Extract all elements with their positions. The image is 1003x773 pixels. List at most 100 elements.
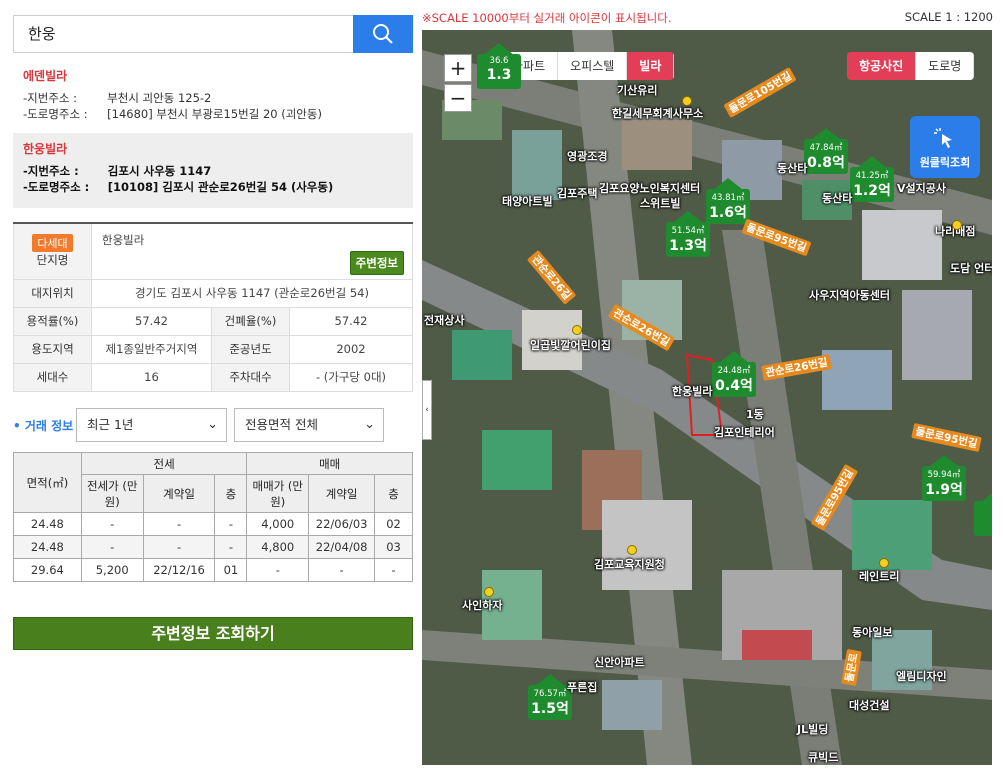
bcr-label: 건폐율(%) [211,306,290,336]
price-marker[interactable]: 41.25㎡ 1.2억 [850,156,894,202]
table-cell: 24.48 [13,535,82,559]
table-row: 24.48- - -4,800 22/04/08 03 [13,535,413,559]
place-label: 동산타 [822,192,853,205]
col-date: 계약일 [142,474,216,513]
table-cell: 24.48 [13,512,82,536]
result-name: 에덴빌라 [23,69,68,83]
one-click-search-button[interactable]: 원클릭조회 [910,116,980,178]
period-select[interactable]: 최근 1년 ⌄ [76,408,227,442]
table-cell: 02 [374,512,413,536]
poi-pin-icon [682,96,692,106]
price-marker[interactable]: 76.57㎡ 1.5억 [528,674,572,720]
col-floor: 층 [374,474,413,513]
place-label: 김포주택 [557,187,598,200]
aerial-map[interactable]: + − 아파트 오피스텔 빌라 항공사진 도로명 원클릭조회 ‹ 36.6 1.3… [422,30,992,765]
units-value: 16 [91,362,212,392]
location-label: 대지위치 [13,278,92,308]
left-panel: 한웅 에덴빌라 - 지번주소 : 부천시 괴안동 125-2 - 도로명주소 : [… [0,0,420,773]
place-label: 대성건설 [849,699,890,712]
parking-value: - (가구당 0대) [289,362,413,392]
deal-info-text: 거래 정보 [24,419,74,433]
zoom-out-button[interactable]: − [444,84,472,112]
units-label: 세대수 [13,362,92,392]
cursor-click-icon [934,128,952,148]
place-label: 전재상사 [424,314,465,327]
nearby-info-button[interactable]: 주변정보 [349,251,404,275]
tab-road[interactable]: 도로명 [916,52,975,80]
zoom-in-button[interactable]: + [444,54,472,82]
table-cell: 4,800 [246,535,310,559]
place-label: 일곱빛깔어린이집 [530,339,611,352]
marker-price: 0.4억 [715,378,753,394]
result-name: 한웅빌라 [23,142,68,156]
price-marker[interactable]: 2 [974,490,992,536]
table-cell: 01 [214,558,248,582]
nearby-search-button[interactable]: 주변정보 조회하기 [13,617,413,650]
property-type-tabs: 아파트 오피스텔 빌라 [500,52,675,80]
price-marker-selected[interactable]: 24.48㎡ 0.4억 [712,351,756,397]
price-marker[interactable]: 59.94㎡ 1.9억 [922,455,966,501]
bcr-value: 57.42 [289,306,413,336]
search-icon [373,24,393,44]
zone-value: 제1종일반주거지역 [91,334,212,364]
place-label: 레인트리 [859,570,900,583]
place-label: 김포인테리어 [714,426,775,439]
marker-area: 36.6 [489,56,509,66]
poi-pin-icon [484,587,494,597]
year-value: 2002 [289,334,413,364]
place-label: 1동 [746,408,764,421]
table-cell: 22/12/16 [142,558,216,582]
col-price: 매매가 (만원) [246,474,310,513]
building-info-table: 다세대 단지명 한웅빌라 주변정보 대지위치 경기도 김포시 사우동 1147 … [13,222,413,392]
poi-pin-icon [572,325,582,335]
col-jeonse: 전세 [80,452,248,475]
road-address: [10108] 김포시 관순로26번길 54 (사우동) [107,180,334,194]
map-view-tabs: 항공사진 도로명 [847,52,975,80]
collapse-panel-toggle[interactable]: ‹ [422,380,432,440]
tab-aerial[interactable]: 항공사진 [847,52,917,80]
search-box: 한웅 [13,15,413,53]
road-label: 도로명주소 : [27,107,88,121]
period-value: 최근 1년 [87,417,134,432]
place-label: 스위트빌 [640,197,681,210]
scale-readout: SCALE 1 : 1200 [904,10,993,24]
poi-pin-icon [627,545,637,555]
search-button[interactable] [353,15,413,53]
table-cell: - [374,558,413,582]
jibun-label: 지번주소 : [27,91,78,105]
search-result-2[interactable]: 한웅빌라 - 지번주소 : 김포시 사우동 1147 - 도로명주소 : [1010… [13,133,413,208]
parking-label: 주차대수 [211,362,290,392]
place-label: 영광조경 [567,150,608,163]
map-panel: ※SCALE 10000부터 실거래 아이콘이 표시됩니다. SCALE 1 :… [422,0,1003,773]
search-input[interactable]: 한웅 [14,16,354,52]
table-cell: - [308,558,376,582]
tab-villa[interactable]: 빌라 [627,52,675,80]
tab-officetel[interactable]: 오피스텔 [558,52,628,80]
price-marker[interactable]: 47.84㎡ 0.8억 [804,128,848,174]
table-cell: 22/06/03 [308,512,376,536]
table-cell: - [142,512,216,536]
col-floor: 층 [214,474,248,513]
table-cell: - [214,512,248,536]
scale-notice: ※SCALE 10000부터 실거래 아이콘이 표시됩니다. [422,11,672,25]
col-area: 면적(㎡) [13,452,82,513]
place-label: 큐빅드 [808,751,839,764]
search-result-1[interactable]: 에덴빌라 - 지번주소 : 부천시 괴안동 125-2 - 도로명주소 : [146… [13,60,413,130]
area-select[interactable]: 전용면적 전체 ⌄ [234,408,384,442]
one-click-search-label: 원클릭조회 [919,156,971,169]
place-label: 동아일보 [852,626,893,639]
poi-pin-icon [879,558,889,568]
complex-label: 단지명 [36,253,69,268]
price-marker[interactable]: 36.6 1.3 [477,43,521,89]
road-label: 도로명주소 : [27,180,90,194]
price-marker[interactable]: 43.81㎡ 1.6억 [706,178,750,224]
chevron-down-icon: ⌄ [364,417,375,432]
table-cell: - [142,535,216,559]
table-cell: - [80,535,144,559]
price-marker[interactable]: 51.54㎡ 1.3억 [666,211,710,257]
type-badge: 다세대 [32,234,73,253]
place-label: 김포요양노인복지센터 [599,182,701,195]
deal-filters: • 거래 정보 최근 1년 ⌄ 전용면적 전체 ⌄ [13,408,413,442]
marker-price: 2 [974,514,992,530]
poi-pin-icon [952,220,962,230]
